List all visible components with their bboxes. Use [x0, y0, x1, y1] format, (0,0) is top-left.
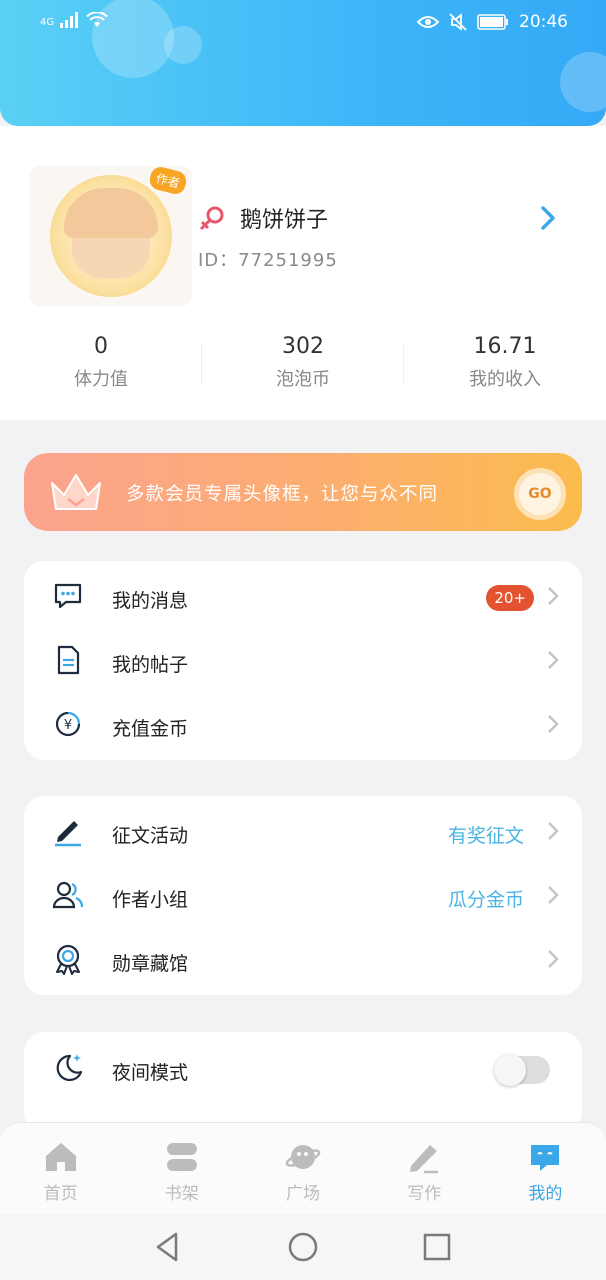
menu-card-settings: 夜间模式 [24, 1032, 582, 1132]
chevron-right-icon [548, 950, 559, 968]
menu-item-label: 我的消息 [112, 590, 189, 612]
menu-item-night-mode[interactable]: 夜间模式 [24, 1036, 582, 1100]
home-circle-icon[interactable] [286, 1230, 320, 1264]
recents-icon[interactable] [420, 1230, 454, 1264]
bookshelf-icon [166, 1143, 197, 1171]
nav-item-home[interactable]: 首页 [0, 1123, 121, 1214]
header-background: 4G 20:46 [0, 0, 606, 126]
chevron-right-icon [548, 651, 559, 669]
pen-icon [55, 821, 81, 847]
network-label: 4G [40, 17, 55, 28]
menu-item-hint: 有奖征文 [447, 825, 524, 847]
nav-label: 书架 [164, 1184, 199, 1204]
planet-icon [285, 1145, 321, 1169]
user-id: ID：77251995 [198, 250, 338, 271]
menu-item-label: 夜间模式 [112, 1062, 189, 1084]
menu-item-contest[interactable]: 征文活动 有奖征文 [24, 799, 582, 863]
stat-income[interactable]: 16.71 我的收入 [404, 334, 606, 404]
menu-item-label: 充值金币 [112, 718, 189, 740]
nav-label: 首页 [43, 1184, 78, 1204]
author-badge: 作者 [147, 164, 189, 197]
status-bar: 4G 20:46 [0, 8, 606, 40]
group-icon [52, 881, 84, 909]
signal-icon [60, 12, 79, 28]
stats-row: 0 体力值 302 泡泡币 16.71 我的收入 [0, 334, 606, 404]
clock: 20:46 [519, 12, 568, 32]
profile-chat-icon [531, 1145, 560, 1171]
medal-icon [56, 944, 80, 975]
stat-stamina[interactable]: 0 体力值 [0, 334, 202, 404]
menu-item-messages[interactable]: 我的消息 20+ [24, 564, 582, 628]
menu-item-label: 勋章藏馆 [112, 953, 189, 975]
nav-label: 广场 [286, 1184, 320, 1204]
menu-item-author-group[interactable]: 作者小组 瓜分金币 [24, 863, 582, 927]
moon-icon [56, 1054, 83, 1082]
stat-value: 0 [94, 334, 108, 359]
chevron-right-icon [548, 822, 559, 840]
decor-bubble [560, 52, 606, 112]
home-icon [45, 1143, 76, 1171]
stat-label: 体力值 [74, 369, 128, 390]
document-icon [57, 645, 80, 675]
avatar[interactable]: 作者 [30, 164, 192, 306]
avatar-frame: 作者 [50, 164, 189, 297]
vip-banner[interactable]: 多款会员专属头像框，让您与众不同 GO [24, 453, 582, 531]
bottom-nav: 首页 书架 广场 写作 我的 [0, 1122, 606, 1214]
system-nav-bar [0, 1214, 606, 1280]
menu-item-hint: 瓜分金币 [447, 889, 524, 911]
stat-label: 泡泡币 [276, 369, 330, 390]
chevron-right-icon[interactable] [538, 204, 558, 232]
nav-label: 写作 [407, 1184, 442, 1204]
go-button[interactable]: GO [514, 468, 566, 520]
stat-bubble-coins[interactable]: 302 泡泡币 [202, 334, 404, 404]
menu-item-label: 作者小组 [112, 889, 189, 911]
profile-section: 作者 鹅饼饼子 ID：77251995 0 体力值 302 泡泡币 16.71 … [0, 126, 606, 420]
chevron-right-icon [548, 587, 559, 605]
unread-badge: 20+ [486, 585, 534, 611]
menu-item-medals[interactable]: 勋章藏馆 [24, 927, 582, 991]
nav-item-bookshelf[interactable]: 书架 [121, 1123, 242, 1214]
menu-card-primary: 我的消息 20+ 我的帖子 ¥ 充值金币 [24, 561, 582, 760]
wifi-icon [86, 12, 108, 27]
username[interactable]: 鹅饼饼子 [240, 202, 328, 234]
menu-item-posts[interactable]: 我的帖子 [24, 628, 582, 692]
svg-text:¥: ¥ [64, 718, 72, 733]
chevron-right-icon [548, 886, 559, 904]
status-right: 20:46 [417, 12, 568, 32]
female-gender-icon [199, 206, 224, 231]
chevron-right-icon [548, 715, 559, 733]
nav-label: 我的 [528, 1184, 563, 1204]
battery-icon [477, 14, 508, 30]
menu-item-recharge[interactable]: ¥ 充值金币 [24, 692, 582, 756]
nav-item-plaza[interactable]: 广场 [242, 1123, 363, 1214]
write-icon [410, 1145, 439, 1174]
menu-item-label: 我的帖子 [112, 654, 189, 676]
back-icon[interactable] [152, 1230, 186, 1264]
mute-icon [449, 13, 467, 31]
menu-card-author: 征文活动 有奖征文 作者小组 瓜分金币 勋章藏馆 [24, 796, 582, 995]
message-icon [54, 583, 82, 609]
nav-item-write[interactable]: 写作 [364, 1123, 485, 1214]
nav-item-mine[interactable]: 我的 [485, 1123, 606, 1214]
stat-value: 16.71 [473, 334, 537, 359]
night-mode-toggle[interactable] [494, 1054, 550, 1086]
stat-label: 我的收入 [469, 369, 541, 390]
stat-value: 302 [282, 334, 324, 359]
signal-group: 4G [40, 12, 108, 28]
toggle-knob [494, 1054, 526, 1086]
menu-item-label: 征文活动 [112, 825, 189, 847]
avatar-image [64, 188, 158, 278]
crown-icon [51, 474, 101, 510]
coin-icon: ¥ [55, 711, 81, 737]
vip-banner-text: 多款会员专属头像框，让您与众不同 [126, 484, 439, 505]
eye-icon [417, 16, 439, 28]
